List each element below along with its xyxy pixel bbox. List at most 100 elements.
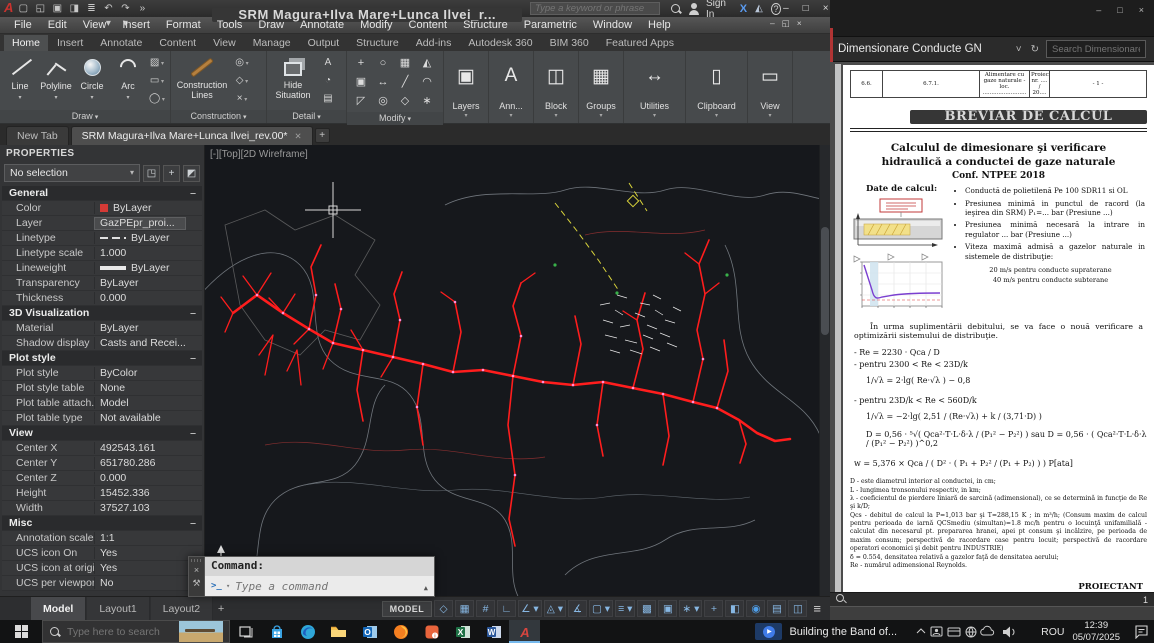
panel-block[interactable]: ◫ Block ▾: [534, 51, 579, 123]
command-input[interactable]: [235, 580, 419, 593]
outlook-icon[interactable]: O: [354, 620, 385, 643]
panel-utilities[interactable]: ↔ Utilities ▾: [624, 51, 686, 123]
command-expand-icon[interactable]: [424, 580, 428, 593]
array-icon[interactable]: ▦: [400, 56, 410, 69]
menu-draw[interactable]: Draw: [250, 18, 292, 32]
microsoft-store-icon[interactable]: [261, 620, 292, 643]
pdf-scrollbar[interactable]: [835, 64, 841, 592]
clock[interactable]: 12:39 05/07/2025: [1072, 620, 1120, 643]
exchange-apps-icon[interactable]: X: [740, 3, 747, 15]
model-viewport[interactable]: [-][Top][2D Wireframe]: [205, 145, 830, 596]
hatch-icon[interactable]: ▨: [149, 57, 165, 68]
file-explorer-icon[interactable]: [323, 620, 354, 643]
qat-plot-button[interactable]: ≣: [83, 1, 99, 16]
menu-modify[interactable]: Modify: [352, 18, 400, 32]
firefox-icon[interactable]: [385, 620, 416, 643]
a360-icon[interactable]: ◭: [755, 3, 763, 14]
panel-layers[interactable]: ▣ Layers ▾: [444, 51, 489, 123]
doc-close-icon[interactable]: ×: [797, 18, 802, 29]
panel-groups[interactable]: ▦ Groups ▾: [579, 51, 624, 123]
plot-preview-icon[interactable]: ▤: [767, 600, 786, 617]
action-center-icon[interactable]: [1128, 620, 1154, 643]
lineweight-display-icon[interactable]: ≡ ▾: [615, 600, 635, 617]
play-icon[interactable]: ▶: [763, 626, 775, 638]
teams-tray-icon[interactable]: [931, 627, 942, 636]
language-indicator[interactable]: ROU: [1041, 626, 1064, 638]
tab-layout2[interactable]: Layout2: [151, 597, 213, 620]
stretch-icon[interactable]: ↔: [378, 76, 389, 88]
pdf-search-input[interactable]: [1046, 40, 1146, 58]
quick-select-button[interactable]: ◩: [183, 165, 200, 182]
model-space-button[interactable]: MODEL: [382, 601, 433, 617]
scale-icon[interactable]: ◸: [357, 94, 365, 107]
minimize-button[interactable]: –: [783, 3, 789, 14]
toggle-pickadd-button[interactable]: ◳: [143, 165, 160, 182]
update-icon[interactable]: ◔: [320, 75, 336, 86]
volume-icon[interactable]: [1003, 626, 1014, 637]
hide-situation-button[interactable]: Hide Situation: [270, 53, 316, 108]
qat-undo-button[interactable]: ↶ ▾: [100, 1, 116, 16]
search-highlight-image[interactable]: [179, 621, 223, 642]
ribbon-tab-bim-360[interactable]: BIM 360: [542, 35, 597, 51]
isolate-objects-icon[interactable]: ◧: [725, 600, 744, 617]
task-view-button[interactable]: [230, 620, 261, 643]
ribbon-tab-structure[interactable]: Structure: [348, 35, 407, 51]
edge-browser-icon[interactable]: [292, 620, 323, 643]
rectangle-icon[interactable]: ▭: [149, 75, 165, 86]
pdf-maximize-button[interactable]: □: [1117, 5, 1122, 15]
copy-icon[interactable]: ▣: [356, 75, 366, 88]
erase-icon[interactable]: ◇: [401, 94, 409, 107]
menu-parametric[interactable]: Parametric: [516, 18, 585, 32]
ribbon-tab-content[interactable]: Content: [151, 35, 204, 51]
command-window[interactable]: × ⚒ Command: >_: [188, 556, 435, 597]
panel-annotation[interactable]: A Ann... ▾: [489, 51, 534, 123]
zoom-icon[interactable]: [836, 594, 847, 605]
menu-tools[interactable]: Tools: [209, 18, 251, 32]
construction-panel-title[interactable]: Construction: [171, 110, 266, 123]
workspace-icon[interactable]: +: [704, 600, 723, 617]
start-button[interactable]: [0, 620, 42, 643]
qat-more-button[interactable]: »: [134, 1, 150, 16]
taskbar-search[interactable]: [42, 620, 230, 643]
mirror-icon[interactable]: ◭: [423, 56, 431, 69]
refresh-icon[interactable]: ↻: [1029, 44, 1041, 55]
panel-clipboard[interactable]: ▯ Clipboard ▾: [686, 51, 748, 123]
ribbon-tab-output[interactable]: Output: [300, 35, 348, 51]
menu-file[interactable]: File: [6, 18, 40, 32]
line-tool-button[interactable]: Line: [3, 53, 37, 108]
annotation-scale-icon[interactable]: ∗ ▾: [679, 600, 702, 617]
menu-annotate[interactable]: Annotate: [292, 18, 352, 32]
ribbon-tab-annotate[interactable]: Annotate: [92, 35, 150, 51]
ribbon-tab-featured-apps[interactable]: Featured Apps: [598, 35, 682, 51]
layout-add-button[interactable]: +: [213, 603, 229, 615]
command-grip[interactable]: [191, 559, 202, 562]
media-control[interactable]: ▶ Building the Band of...: [751, 623, 901, 640]
infer-constraints-icon[interactable]: ◇: [434, 600, 453, 617]
scrollbar-thumb[interactable]: [821, 227, 829, 335]
offset-icon[interactable]: ◎: [378, 94, 388, 107]
annotation-detail-icon[interactable]: A: [320, 57, 336, 68]
menu-format[interactable]: Format: [158, 18, 209, 32]
hidden-icons-chevron[interactable]: [917, 629, 925, 633]
menu-help[interactable]: Help: [640, 18, 679, 32]
fillet-icon[interactable]: ◠: [422, 75, 432, 88]
taskbar-search-input[interactable]: [67, 626, 173, 638]
word-icon[interactable]: W: [478, 620, 509, 643]
search-icon[interactable]: [670, 3, 680, 15]
osnap-tracking-icon[interactable]: ∡: [568, 600, 587, 617]
drawing-canvas[interactable]: [205, 145, 830, 596]
draw-panel-title[interactable]: Draw: [0, 110, 170, 123]
menu-window[interactable]: Window: [585, 18, 640, 32]
detail-panel-title[interactable]: Detail: [267, 110, 346, 123]
file-tab-new[interactable]: New Tab: [6, 126, 69, 145]
file-tab-add-button[interactable]: +: [315, 128, 330, 143]
modify-panel-title[interactable]: Modify: [347, 112, 443, 125]
arc-tool-button[interactable]: Arc: [111, 53, 145, 108]
explode-icon[interactable]: ∗: [422, 94, 431, 107]
command-settings-icon[interactable]: ⚒: [192, 578, 200, 589]
menu-insert[interactable]: Insert: [114, 18, 158, 32]
help-search-input[interactable]: [530, 2, 660, 15]
ellipse-icon[interactable]: ◯: [149, 93, 165, 104]
isometric-drafting-icon[interactable]: ◬ ▾: [544, 600, 566, 617]
layer-detail-icon[interactable]: ▤: [320, 93, 336, 104]
